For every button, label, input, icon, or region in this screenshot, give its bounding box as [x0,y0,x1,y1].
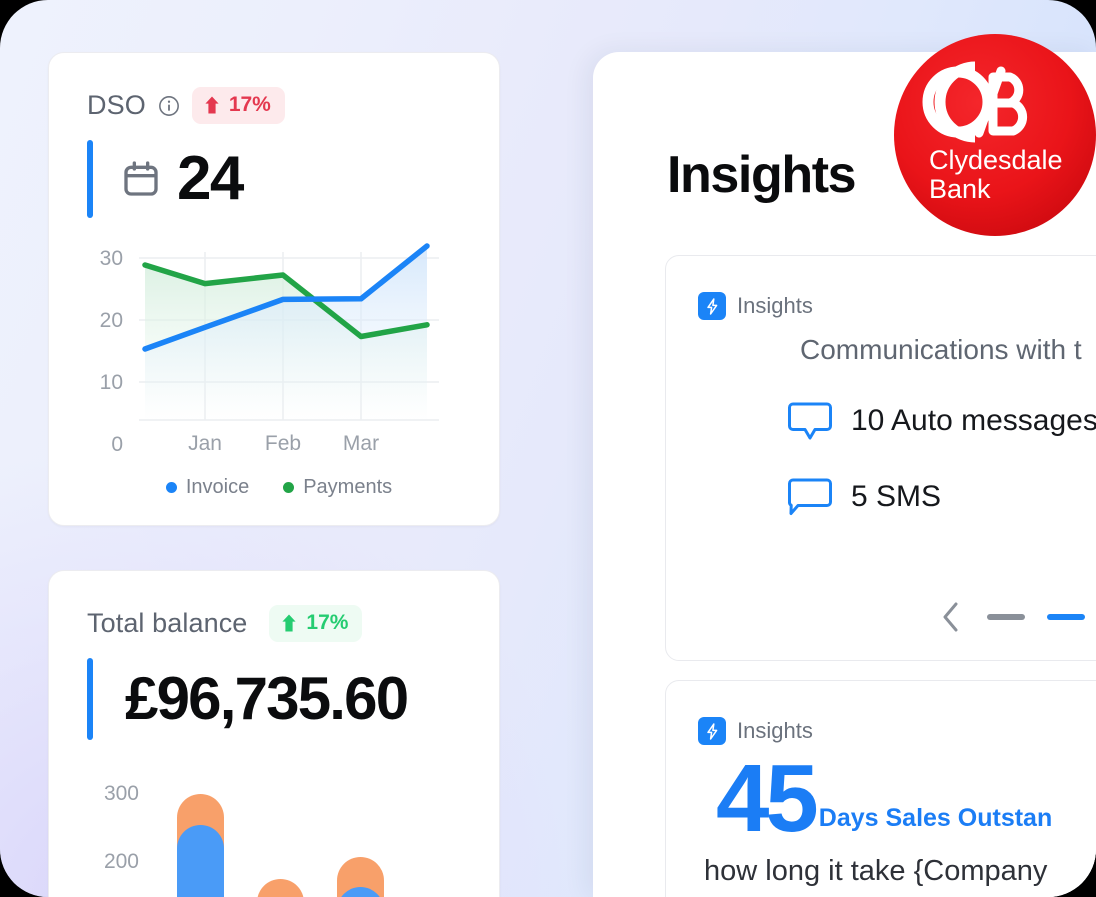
legend-dot-payments [283,482,295,493]
insight-tag: Insights [666,256,1096,320]
svg-text:10: 10 [100,371,123,394]
info-circle-icon[interactable] [158,95,180,117]
svg-text:200: 200 [104,850,139,873]
svg-text:Jan: Jan [188,432,222,455]
arrow-up-icon [205,96,219,114]
svg-text:30: 30 [100,247,123,270]
balance-trend-badge: 17% [269,605,363,642]
page-title: Insights [667,146,857,204]
dso-line-chart[interactable]: 30 20 10 0 Jan Feb Mar Invoice Payments [87,242,471,499]
comm-row-label: 10 Auto messages [851,404,1096,437]
balance-bar-chart[interactable]: 300 200 100 [87,770,471,897]
balance-trend-value: 17% [306,611,349,634]
svg-text:Mar: Mar [343,432,379,455]
insight-card-dso[interactable]: Insights 45 Days Sales Outstan how long … [665,680,1096,897]
legend-item-payments[interactable]: Payments [283,476,392,499]
clydesdale-bank-logo: Clydesdale Bank [894,34,1096,236]
lightning-bolt-icon [698,717,726,745]
dso-label: DSO [87,90,146,120]
bolt-glyph [706,722,717,740]
comm-row-label: 5 SMS [851,480,942,513]
insight-card-communications[interactable]: Insights Communications with t 10 Auto m… [665,255,1096,661]
balance-accent-bar [87,658,93,740]
lightning-bolt-icon [698,292,726,320]
dso-trend-value: 17% [228,93,271,116]
dso-metric-row: 45 Days Sales Outstan [666,745,1096,852]
dso-stat-card[interactable]: DSO 17% 24 30 20 10 0 Jan Feb Mar Invoic… [48,52,500,526]
balance-label: Total balance [87,608,248,638]
logo-line-1: Clydesdale [929,145,1063,175]
svg-text:300: 300 [104,782,139,805]
dso-metric-caption: Days Sales Outstan [818,804,1053,833]
bolt-glyph [706,297,717,315]
dso-metric-number: 45 [716,745,819,852]
insight-tag-label: Insights [737,293,813,318]
legend-item-invoice[interactable]: Invoice [165,476,250,499]
svg-text:Feb: Feb [265,432,301,455]
app-root: DSO 17% 24 30 20 10 0 Jan Feb Mar Invoic… [0,0,1096,897]
bar-2-top [257,879,304,897]
carousel-indicators [987,614,1096,620]
dso-value-row: 24 [87,140,471,218]
svg-text:20: 20 [100,309,123,332]
chevron-left-icon[interactable] [942,602,959,632]
bar-1-base [177,825,224,897]
balance-value-row: £96,735.60 [87,658,471,740]
carousel-dot-2[interactable] [1047,614,1085,620]
insight-carousel [666,602,1096,632]
calendar-icon [124,161,158,196]
dso-metric-description: how long it take {Company [704,855,1048,888]
dso-trend-badge: 17% [191,87,285,124]
carousel-dot-1[interactable] [987,614,1025,620]
chat-bubble-icon [788,402,832,440]
arrow-up-icon [282,614,297,632]
dso-accent-bar [87,140,93,218]
chat-bubble-icon [788,478,832,515]
balance-bar-chart-svg: 300 200 100 [104,782,384,897]
left-stats-column: DSO 17% 24 30 20 10 0 Jan Feb Mar Invoic… [48,52,500,897]
logo-line-2: Bank [929,174,991,204]
comm-row-sms[interactable]: 5 SMS [666,476,1096,518]
legend-label-payments: Payments [303,476,393,498]
legend-label-invoice: Invoice [185,476,250,498]
balance-value: £96,735.60 [125,665,409,732]
balance-card-header: Total balance 17% [87,605,471,642]
legend-dot-invoice [165,482,177,493]
insight-heading: Communications with t [800,334,1082,365]
dso-card-header: DSO 17% [87,87,471,124]
dso-line-chart-svg: 30 20 10 0 Jan Feb Mar [100,243,439,456]
insight-tag: Insights [666,681,1096,745]
insight-tag-label: Insights [737,718,813,743]
dso-value: 24 [177,144,244,213]
total-balance-stat-card[interactable]: Total balance 17% £96,735.60 300 200 100 [48,570,500,897]
dso-chart-legend: Invoice Payments [87,476,471,499]
comm-row-auto-messages[interactable]: 10 Auto messages [666,400,1096,442]
svg-text:0: 0 [111,433,123,456]
